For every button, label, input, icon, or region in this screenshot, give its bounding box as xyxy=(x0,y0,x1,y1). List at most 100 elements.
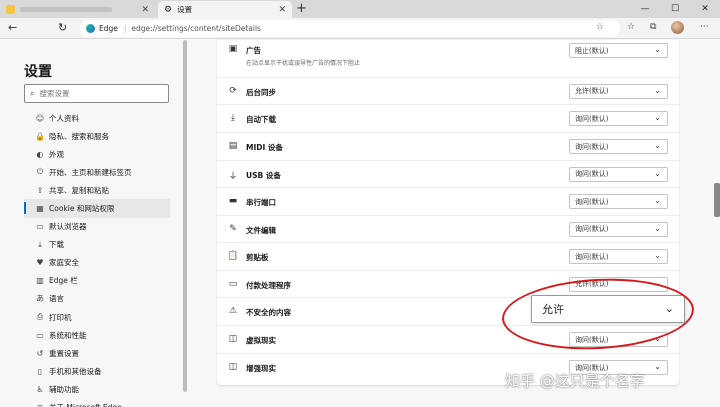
permission-row: 📋 剪贴板 询问(默认) ⌄ xyxy=(217,242,679,270)
permission-select[interactable]: 询问(默认) ⌄ xyxy=(569,249,668,264)
permission-select[interactable]: 询问(默认) ⌄ xyxy=(569,221,668,237)
permission-select[interactable]: 询问(默认) ⌄ xyxy=(569,194,668,209)
main-content: ▣ 广告 在站点显示干扰或误导性广告的情况下阻止 阻止(默认) ⌄ ⟳ 后台同步 允许(默认)… xyxy=(187,40,720,407)
sidebar-item[interactable]: ◐ 外观 xyxy=(24,145,170,163)
sidebar-item[interactable]: ◎关于 Microsoft Edge xyxy=(24,399,170,407)
new-tab-button[interactable]: + xyxy=(296,1,307,17)
permission-select[interactable]: 询问(默认) ⌄ xyxy=(569,111,668,126)
url-field[interactable]: Edge | edge://settings/content/siteDetai… xyxy=(80,20,620,37)
url-text: edge://settings/content/siteDetails xyxy=(131,24,261,33)
permission-select[interactable]: 允许(默认) ⌄ xyxy=(569,83,668,99)
permission-select-value: 询问(默认) xyxy=(575,197,609,206)
tab-close-icon[interactable]: ✕ xyxy=(141,5,149,15)
chevron-down-icon: ⌄ xyxy=(654,223,661,233)
payment-icon: ▭ xyxy=(228,278,238,289)
permission-select-value: 允许(默认) xyxy=(575,87,609,95)
sidebar-item-label: 开始、主页和新建标签页 xyxy=(49,167,132,177)
edge-bar-icon: ▥ xyxy=(36,276,44,286)
permission-select[interactable]: 询问(默认) ⌄ xyxy=(569,139,668,154)
back-button[interactable]: ← xyxy=(8,21,17,35)
ads-icon: ▣ xyxy=(228,44,238,54)
tab-settings-label: 设置 xyxy=(177,5,193,14)
permission-select[interactable]: 阻止(默认) ⌄ xyxy=(569,43,668,58)
permission-label: 文件编辑 xyxy=(246,225,276,235)
permission-row: ⟳ 后台同步 允许(默认) ⌄ xyxy=(217,77,679,104)
sidebar-item[interactable]: ⎙ 打印机 xyxy=(24,308,170,326)
sidebar-item[interactable]: ▦ Cookie 和网站权限 xyxy=(24,199,170,218)
sidebar-item[interactable]: ↺ 重置设置 xyxy=(24,344,170,362)
permission-select-value: 询问(默认) xyxy=(575,225,609,233)
chevron-down-icon: ⌄ xyxy=(654,113,661,122)
ar-icon: ◫ xyxy=(228,362,238,372)
sidebar-item[interactable]: ⇪ 共享、复制和粘贴 xyxy=(24,181,170,199)
file-edit-icon: ✎ xyxy=(229,223,237,234)
search-icon: ⌕ xyxy=(30,88,35,98)
sync-icon: ⟳ xyxy=(229,85,237,96)
permission-row: ⤓ 自动下载 询问(默认) ⌄ xyxy=(217,104,679,132)
more-menu-icon[interactable]: ··· xyxy=(700,22,709,32)
power-icon: ⏻ xyxy=(36,167,44,177)
close-window-button[interactable]: ✕ xyxy=(690,0,720,18)
search-input[interactable]: ⌕ 搜索设置 xyxy=(24,84,169,103)
sidebar-item-label: 共享、复制和粘贴 xyxy=(49,185,109,195)
warning-icon: ⚠ xyxy=(228,306,238,316)
permission-select-value: 阻止(默认) xyxy=(575,46,609,55)
tab-settings[interactable]: ⚙ 设置 ✕ xyxy=(158,1,292,18)
permission-select[interactable]: 询问(默认) ⌄ xyxy=(569,166,668,182)
lock-icon: 🔒 xyxy=(35,131,45,141)
permission-label: USB 设备 xyxy=(246,170,281,180)
browser-icon: ▭ xyxy=(36,222,44,232)
refresh-button[interactable]: ↻ xyxy=(58,21,67,35)
tab-strip: ✕ ⚙ 设置 ✕ + — ☐ ✕ xyxy=(0,0,720,18)
cookie-icon: ▦ xyxy=(36,204,44,214)
tab-inactive[interactable]: ✕ xyxy=(0,1,155,18)
chevron-down-icon: ⌄ xyxy=(654,141,661,150)
favorite-star-icon[interactable]: ☆ xyxy=(596,22,612,32)
sidebar-item-label: 家庭安全 xyxy=(49,258,79,268)
permission-row: ⏚ USB 设备 询问(默认) ⌄ xyxy=(217,160,679,187)
sidebar-item-label: Edge 栏 xyxy=(49,276,78,286)
chevron-down-icon: ⌄ xyxy=(654,251,661,260)
chevron-down-icon: ⌄ xyxy=(654,196,661,205)
sidebar-item[interactable]: ⤓ 下载 xyxy=(24,236,170,254)
sidebar-item[interactable]: ▭ 默认浏览器 xyxy=(24,218,170,236)
accessibility-icon: ♿ xyxy=(36,384,44,394)
minimize-button[interactable]: — xyxy=(630,0,660,18)
sidebar-item[interactable]: ☺ 个人资料 xyxy=(24,109,170,127)
search-placeholder: 搜索设置 xyxy=(39,89,70,98)
sidebar-item[interactable]: ▯ 手机和其他设备 xyxy=(24,362,170,380)
sidebar-item-label: 外观 xyxy=(49,149,64,159)
permission-row: ▣ 广告 在站点显示干扰或误导性广告的情况下阻止 阻止(默认) ⌄ xyxy=(217,40,679,77)
sidebar-item[interactable]: ▭ 系统和性能 xyxy=(24,326,170,344)
reset-icon: ↺ xyxy=(36,348,44,358)
sidebar-item[interactable]: ▥ Edge 栏 xyxy=(24,272,170,290)
page-scrollbar[interactable] xyxy=(714,183,720,217)
collections-icon[interactable]: ⧉ xyxy=(650,22,656,32)
settings-sidebar: 设置 ⌕ 搜索设置 ☺ 个人资料 🔒 隐私、搜索和服务 ◐ 外观 ⏻ 开始、主页和新建标签页 ⇪… xyxy=(0,40,187,407)
usb-icon: ⏚ xyxy=(228,171,238,182)
system-icon: ▭ xyxy=(36,330,44,340)
maximize-button[interactable]: ☐ xyxy=(660,0,690,18)
permission-description: 在站点显示干扰或误导性广告的情况下阻止 xyxy=(246,60,361,67)
sidebar-item[interactable]: ♥ 家庭安全 xyxy=(24,254,170,272)
permission-label: 后台同步 xyxy=(246,87,276,97)
sidebar-item[interactable]: あ语言 xyxy=(24,290,170,308)
permission-row: ▤ MIDI 设备 询问(默认) ⌄ xyxy=(217,132,679,160)
chevron-down-icon: ⌄ xyxy=(654,362,661,371)
profile-avatar[interactable] xyxy=(671,21,684,34)
sidebar-item[interactable]: 🔒 隐私、搜索和服务 xyxy=(24,127,170,145)
sidebar-item-label: 默认浏览器 xyxy=(49,222,87,232)
permission-label: 增强现实 xyxy=(246,364,276,373)
favorites-icon[interactable]: ☆ xyxy=(627,22,635,32)
sidebar-item[interactable]: ⏻ 开始、主页和新建标签页 xyxy=(24,163,170,181)
permission-label: 串行端口 xyxy=(246,198,276,207)
permission-select-value: 询问(默认) xyxy=(575,252,609,261)
clipboard-icon: 📋 xyxy=(227,251,239,261)
sidebar-item-label: Cookie 和网站权限 xyxy=(49,204,115,214)
sidebar-item[interactable]: ♿ 辅助功能 xyxy=(24,380,170,398)
share-icon: ⇪ xyxy=(36,185,44,195)
chevron-down-icon: ⌄ xyxy=(654,45,661,54)
permission-label: MIDI 设备 xyxy=(246,143,283,152)
tab-close-icon[interactable]: ✕ xyxy=(278,5,286,15)
permission-select-value: 询问(默认) xyxy=(575,114,609,123)
